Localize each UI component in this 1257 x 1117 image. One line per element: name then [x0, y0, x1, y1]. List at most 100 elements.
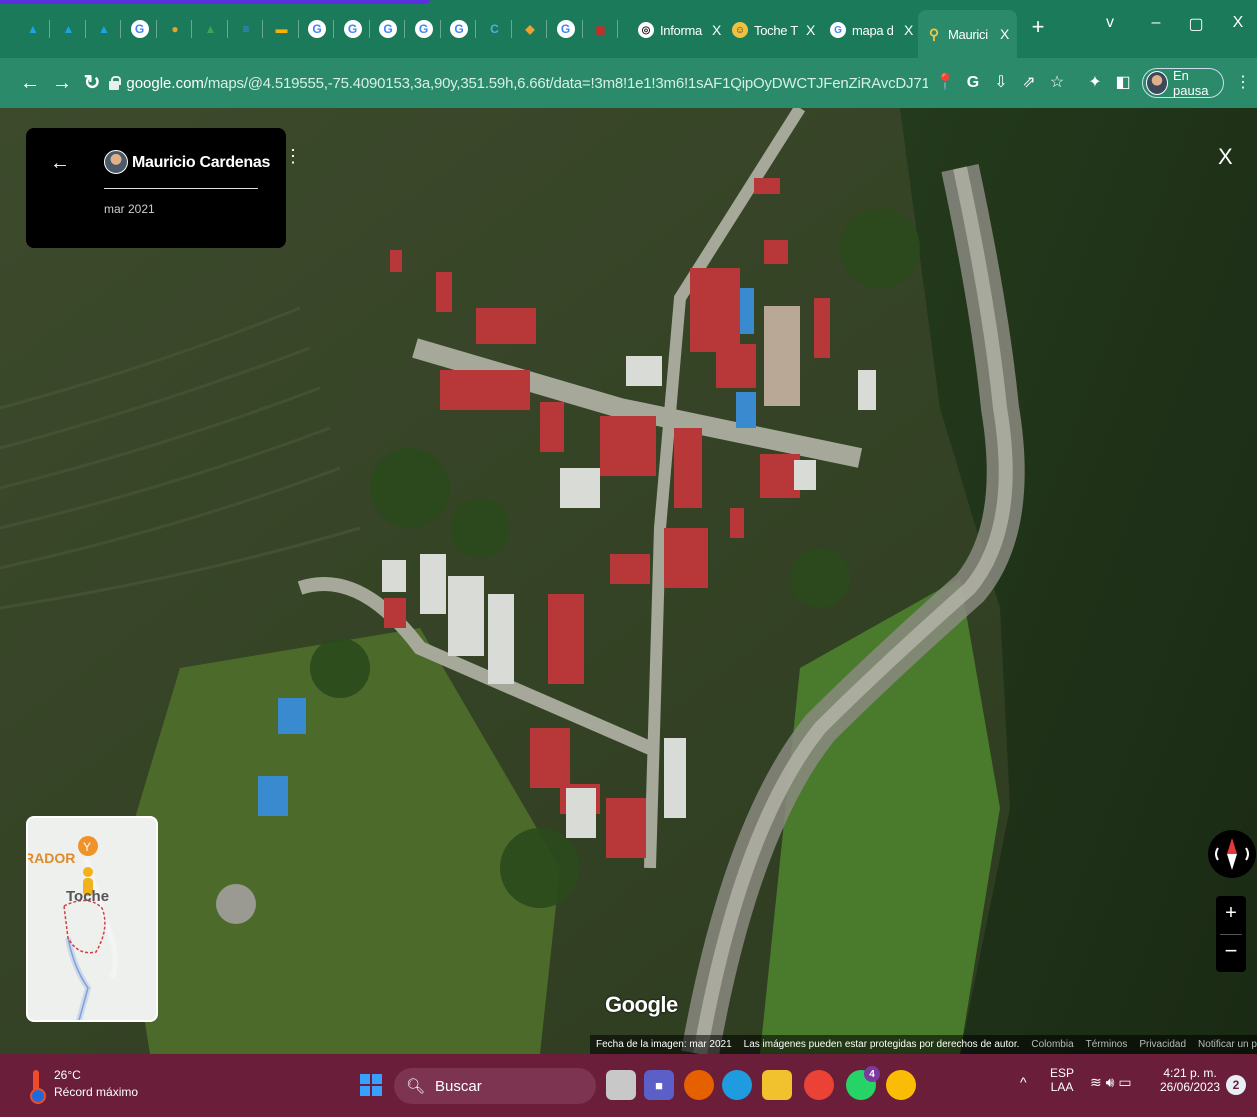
author-avatar[interactable] [104, 150, 128, 174]
clock[interactable]: 4:21 p. m. 26/06/2023 [1160, 1066, 1220, 1094]
emoji-icon: ☺ [732, 22, 748, 38]
pinned-tab[interactable]: ▲ [198, 16, 228, 42]
close-window-button[interactable]: X [1226, 14, 1250, 32]
wifi-volume-battery-icons[interactable]: ≋ 🔊︎ ▭ [1090, 1074, 1132, 1091]
minimize-button[interactable]: – [1144, 14, 1168, 32]
menu-kebab-icon[interactable]: ⋮ [1232, 72, 1254, 94]
copyright-note: Las imágenes pueden estar protegidas por… [743, 1039, 1020, 1050]
report-problem-link[interactable]: Notificar un problema [1198, 1039, 1257, 1050]
tab-toche[interactable]: ☺ Toche T X [724, 14, 823, 46]
taskbar-search[interactable]: 🔍︎ Buscar [394, 1068, 596, 1104]
whatsapp-icon[interactable]: 4 [846, 1066, 880, 1100]
pinned-tab[interactable]: G [553, 16, 583, 42]
close-tab-icon[interactable]: X [904, 22, 913, 38]
pinned-tab[interactable]: G [340, 16, 370, 42]
install-app-icon[interactable]: ⇩ [990, 72, 1012, 94]
tab-informa[interactable]: ◎ Informa X [630, 14, 729, 46]
pinned-tab[interactable]: ▲ [20, 16, 50, 42]
privacy-link[interactable]: Privacidad [1139, 1039, 1186, 1050]
profile-button[interactable]: En pausa [1142, 68, 1224, 98]
pinned-tab[interactable]: G [446, 16, 476, 42]
side-panel-icon[interactable]: ◧ [1112, 72, 1134, 94]
location-pin-icon[interactable]: 📍 [934, 72, 956, 94]
task-view-icon[interactable] [606, 1070, 636, 1100]
tab-separator [510, 20, 512, 38]
pinned-tab[interactable]: G [304, 16, 334, 42]
terms-link[interactable]: Términos [1086, 1039, 1128, 1050]
reload-icon[interactable]: ↻ [80, 71, 104, 95]
input-language[interactable]: ESP LAA [1050, 1066, 1074, 1094]
tab-separator [333, 20, 334, 38]
weather-temp[interactable]: 26°C [54, 1068, 81, 1082]
back-arrow-icon[interactable]: ← [50, 152, 70, 175]
clock-time: 4:21 p. m. [1163, 1066, 1217, 1080]
restore-button[interactable]: ▢ [1184, 14, 1208, 34]
close-tab-icon[interactable]: X [1000, 26, 1009, 42]
pinned-tab[interactable]: ◆ [517, 16, 547, 42]
tab-separator [191, 20, 192, 38]
new-tab-button[interactable]: + [1024, 14, 1052, 40]
google-icon: G [379, 20, 397, 38]
tab-separator [475, 20, 476, 38]
file-explorer-icon[interactable] [762, 1070, 792, 1100]
tab-separator [84, 20, 86, 38]
edge-icon[interactable] [722, 1070, 752, 1100]
forward-icon[interactable]: → [50, 71, 74, 95]
compass-icon[interactable] [1208, 830, 1256, 878]
country-link[interactable]: Colombia [1031, 1039, 1073, 1050]
weather-note[interactable]: Récord máximo [54, 1085, 138, 1099]
close-tab-icon[interactable]: X [712, 22, 721, 38]
more-options-icon[interactable]: ⋮ [284, 147, 302, 165]
share-icon[interactable]: ⇗ [1018, 72, 1040, 94]
pinned-tab[interactable]: ▣ [588, 16, 618, 42]
pinned-tab[interactable]: ≡ [233, 16, 263, 42]
chrome-profile-icon[interactable] [886, 1070, 916, 1100]
whatsapp-badge: 4 [864, 1066, 880, 1082]
pinned-tab[interactable]: ▬ [269, 16, 299, 42]
close-tab-icon[interactable]: X [806, 22, 815, 38]
pinned-tab[interactable]: C [482, 16, 512, 42]
window-accent [0, 0, 430, 4]
zoom-out-button[interactable]: − [1216, 938, 1246, 964]
author-name[interactable]: Mauricio Cardenas [132, 154, 270, 172]
chrome-icon[interactable] [804, 1070, 834, 1100]
image-date: Fecha de la imagen: mar 2021 [596, 1039, 732, 1050]
bookmark-star-icon[interactable]: ☆ [1046, 72, 1068, 94]
start-button[interactable] [360, 1074, 382, 1096]
google-lens-icon[interactable]: G [962, 72, 984, 94]
tab-search-icon[interactable]: v [1098, 14, 1122, 32]
tab-separator [581, 20, 583, 38]
zoom-in-button[interactable]: + [1216, 902, 1246, 925]
thermometer-icon[interactable] [30, 1070, 46, 1104]
pinned-tab[interactable]: ▲ [91, 16, 121, 42]
clock-date: 26/06/2023 [1160, 1080, 1221, 1094]
pinned-tab[interactable]: ● [162, 16, 192, 42]
google-icon: G [414, 20, 433, 38]
tab-mauricio[interactable]: ⚲ Maurici X [918, 10, 1018, 58]
google-logo: Google [605, 992, 678, 1017]
lock-icon[interactable] [108, 76, 122, 90]
extensions-icon[interactable]: ✦ [1084, 72, 1106, 94]
keyboard-layout-label: LAA [1050, 1080, 1074, 1094]
close-street-view-button[interactable]: X [1218, 144, 1233, 170]
leaf-app-icon: ◆ [525, 22, 535, 36]
show-hidden-icons[interactable]: ^ [1020, 1074, 1027, 1090]
street-view-map[interactable]: ← Mauricio Cardenas mar 2021 ⋮ X Y RADOR… [0, 108, 1257, 1054]
pinned-tab[interactable]: G [127, 16, 157, 42]
pinned-tab[interactable]: G [411, 16, 441, 42]
firefox-icon[interactable] [684, 1070, 714, 1100]
pinned-tab[interactable]: G [375, 16, 405, 42]
back-icon[interactable]: ← [18, 71, 42, 95]
tab-mapa[interactable]: G mapa d X [822, 14, 921, 46]
pinned-tab[interactable]: ▲ [56, 16, 86, 42]
google-icon: G [130, 20, 149, 38]
tab-separator [546, 20, 547, 38]
tab-separator [49, 20, 50, 38]
search-icon: 🔍︎ [406, 1078, 426, 1095]
docs-icon: ≡ [242, 22, 250, 36]
circle-app-icon: ● [171, 22, 179, 36]
address-bar[interactable]: google.com/maps/@4.519555,-75.4090153,3a… [108, 67, 928, 99]
notification-badge[interactable]: 2 [1226, 1075, 1246, 1095]
teams-icon[interactable]: ■ [644, 1070, 674, 1100]
minimap[interactable]: Y RADOR Toche [26, 816, 158, 1022]
